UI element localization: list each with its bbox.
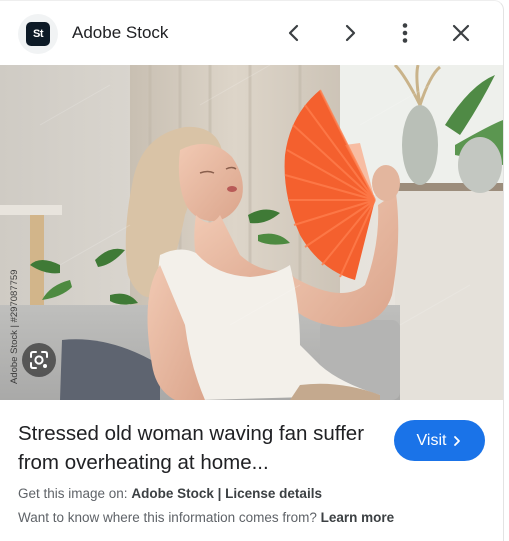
more-options-button[interactable] — [387, 15, 423, 51]
source-line: Get this image on: Adobe Stock | License… — [18, 486, 322, 501]
result-title[interactable]: Stressed old woman waving fan suffer fro… — [18, 419, 368, 477]
panel-header: St Adobe Stock — [0, 1, 503, 65]
close-button[interactable] — [443, 15, 479, 51]
chevron-left-icon — [288, 24, 299, 42]
stock-photo-illustration — [0, 65, 503, 400]
site-name[interactable]: Adobe Stock — [72, 23, 168, 43]
more-vert-icon — [402, 23, 408, 43]
separator: | — [217, 486, 222, 501]
source-prefix: Get this image on: — [18, 486, 128, 501]
google-lens-button[interactable] — [22, 343, 56, 377]
license-details-link[interactable]: License details — [225, 486, 322, 501]
site-logo[interactable]: St — [18, 14, 58, 54]
image-credit: Adobe Stock | #297087759 — [9, 269, 20, 384]
chevron-right-icon — [454, 435, 461, 446]
previous-button[interactable] — [276, 15, 312, 51]
chevron-right-icon — [345, 24, 356, 42]
info-line: Want to know where this information come… — [18, 510, 394, 525]
info-question: Want to know where this information come… — [18, 510, 317, 525]
preview-image[interactable]: Adobe Stock | #297087759 — [0, 65, 503, 400]
learn-more-link[interactable]: Learn more — [321, 510, 395, 525]
visit-label: Visit — [416, 431, 447, 449]
image-preview-panel: St Adobe Stock Adobe Stock | #297087759 … — [0, 0, 504, 541]
adobe-stock-logo-icon: St — [26, 22, 50, 46]
google-lens-icon — [30, 351, 48, 369]
next-button[interactable] — [332, 15, 368, 51]
source-link[interactable]: Adobe Stock — [131, 486, 214, 501]
visit-button[interactable]: Visit — [394, 420, 485, 461]
close-icon — [452, 24, 470, 42]
